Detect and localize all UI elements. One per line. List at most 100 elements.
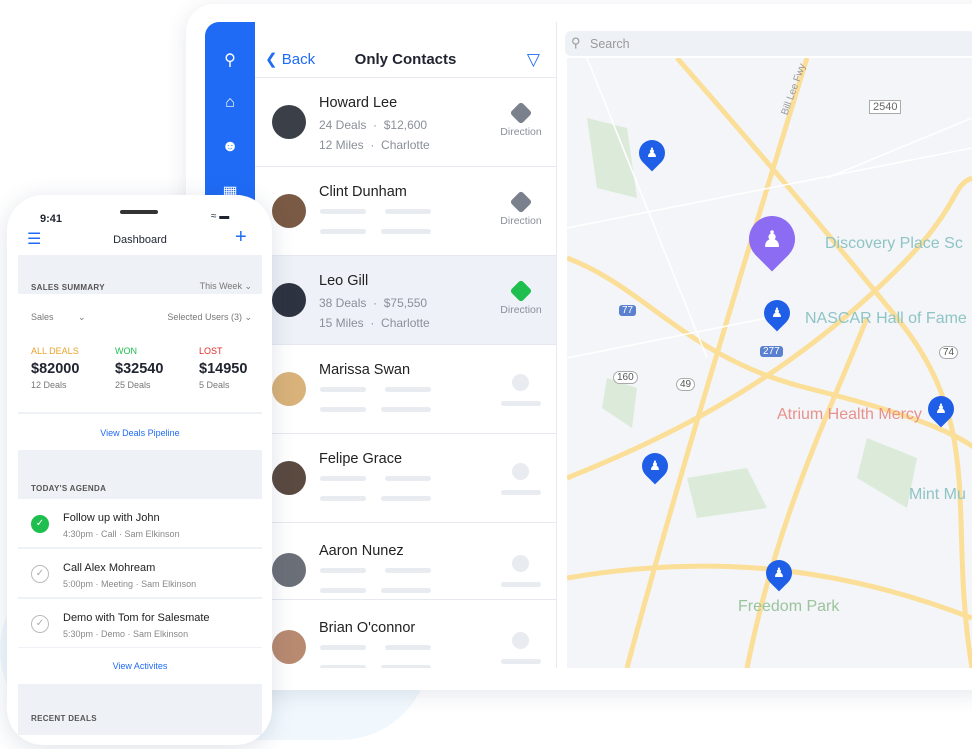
map-label-freedom: Freedom Park [738, 598, 840, 615]
agenda-owner: Sam Elkinson [133, 629, 189, 639]
unchecked-icon[interactable]: ✓ [31, 565, 49, 583]
map-label-discovery: Discovery Place Sc [825, 235, 963, 252]
contact-row[interactable]: Brian O'connor [255, 600, 556, 668]
sidebar: ⚲ ⌂ ☻ ▦ [205, 22, 255, 222]
placeholder-icon [512, 632, 529, 649]
map[interactable]: Bill Lee Fwy 2540 77 277 160 49 74 Disco… [567, 58, 972, 668]
sales-filter[interactable]: Sales ⌄ [31, 312, 86, 323]
unchecked-icon[interactable]: ✓ [31, 615, 49, 633]
contact-pin-icon[interactable]: ♟ [636, 447, 674, 485]
agenda-item[interactable]: ✓ Call Alex Mohream 5:00pm · Meeting · S… [18, 549, 262, 598]
sales-summary-caption: SALES SUMMARY [31, 283, 105, 292]
map-label-atrium: Atrium Health Mercy [777, 406, 922, 423]
recent-deals-caption: RECENT DEALS [31, 714, 97, 723]
contact-name: Howard Lee [319, 95, 398, 111]
checked-icon[interactable]: ✓ [31, 515, 49, 533]
placeholder-line [320, 209, 366, 214]
map-label-route-160: 160 [613, 371, 638, 384]
view-activities-link[interactable]: View Activites [18, 661, 262, 671]
deals-amount: $12,600 [383, 118, 428, 132]
stat-deals: 5 Deals [199, 380, 230, 390]
user-icon[interactable]: ☻ [220, 138, 240, 158]
agenda-title: Demo with Tom for Salesmate [63, 612, 210, 624]
placeholder-line [381, 407, 431, 412]
direction-icon [509, 279, 533, 303]
avatar [272, 283, 306, 317]
contact-row[interactable]: Howard Lee 24 Deals · $12,600 12 Miles · … [255, 78, 556, 167]
contact-row[interactable]: Aaron Nunez [255, 523, 556, 600]
contact-location: 15 Miles · Charlotte [319, 316, 430, 330]
map-label-mint: Mint Mu [909, 486, 966, 503]
agenda-type: Call [101, 529, 117, 539]
contact-row[interactable]: Clint Dunham Direction [255, 167, 556, 256]
placeholder-line [320, 645, 366, 650]
placeholder-line [320, 229, 366, 234]
stat-label: ALL DEALS [31, 346, 79, 356]
contact-pin-icon[interactable]: ♟ [758, 294, 796, 332]
deals-amount: $75,550 [383, 296, 428, 310]
sales-stat: WON $32540 25 Deals [115, 346, 163, 390]
agenda-time: 5:30pm [63, 629, 94, 639]
agenda-meta: 4:30pm · Call · Sam Elkinson [63, 529, 180, 539]
placeholder-line [385, 476, 431, 481]
avatar [272, 461, 306, 495]
stat-deals: 12 Deals [31, 380, 67, 390]
search-icon: ⚲ [571, 35, 581, 50]
placeholder-line [381, 496, 431, 501]
agenda-meta: 5:00pm · Meeting · Sam Elkinson [63, 579, 197, 589]
add-icon[interactable]: + [235, 226, 247, 249]
period-value: This Week [199, 281, 242, 291]
placeholder-line [320, 476, 366, 481]
map-search-input[interactable]: Search [565, 31, 972, 56]
direction-label: Direction [500, 304, 542, 316]
sales-stat: ALL DEALS $82000 12 Deals [31, 346, 79, 390]
deals-count: 38 Deals [319, 296, 367, 310]
contact-row[interactable]: Leo Gill 38 Deals · $75,550 15 Miles · Ch… [255, 256, 556, 345]
agenda-type: Demo [101, 629, 126, 639]
contact-pin-icon[interactable]: ♟ [633, 134, 671, 172]
agenda-owner: Sam Elkinson [124, 529, 180, 539]
contacts-list: ❮ Back Only Contacts ▽ Howard Lee 24 Deal… [255, 22, 557, 668]
contact-pin-icon[interactable]: ♟ [760, 554, 798, 592]
home-icon[interactable]: ⌂ [220, 94, 240, 114]
agenda-caption: TODAY'S AGENDA [31, 484, 107, 493]
contact-pin-icon[interactable]: ♟ [922, 390, 960, 428]
avatar [272, 553, 306, 587]
distance: 15 Miles [319, 316, 364, 330]
users-filter-value: Selected Users (3) [167, 312, 242, 322]
agenda-meta: 5:30pm · Demo · Sam Elkinson [63, 629, 189, 639]
sales-summary-card: Sales ⌄ Selected Users (3) ⌄ ALL DEALS $… [18, 294, 262, 412]
list-title: Only Contacts [354, 51, 457, 68]
active-contact-pin-icon[interactable]: ♟ [739, 206, 805, 272]
agenda-item[interactable]: ✓ Follow up with John 4:30pm · Call · Sa… [18, 499, 262, 548]
direction-button[interactable]: Direction [500, 190, 542, 227]
filter-icon[interactable]: ▽ [527, 50, 540, 70]
placeholder-line [385, 209, 431, 214]
search-icon[interactable]: ⚲ [220, 50, 240, 70]
map-label-route-49: 49 [676, 378, 696, 391]
direction-button[interactable]: Direction [500, 101, 542, 138]
contact-row[interactable]: Marissa Swan [255, 345, 556, 434]
users-filter[interactable]: Selected Users (3) ⌄ [167, 312, 252, 323]
placeholder-line [320, 496, 366, 501]
placeholder-line [385, 568, 431, 573]
agenda-time: 4:30pm [63, 529, 94, 539]
period-select[interactable]: This Week ⌄ [200, 281, 252, 292]
agenda-item[interactable]: ✓ Demo with Tom for Salesmate 5:30pm · D… [18, 599, 262, 648]
direction-button[interactable]: Direction [500, 279, 542, 316]
direction-label: Direction [500, 215, 542, 227]
placeholder-line [501, 659, 541, 664]
sales-stat: LOST $14950 5 Deals [199, 346, 247, 390]
stat-deals: 25 Deals [115, 380, 151, 390]
avatar [272, 372, 306, 406]
pipeline-link-row: View Deals Pipeline [18, 414, 262, 450]
contact-row[interactable]: Felipe Grace [255, 434, 556, 523]
placeholder-line [320, 407, 366, 412]
deals-count: 24 Deals [319, 118, 367, 132]
contact-deals: 24 Deals · $12,600 [319, 118, 428, 132]
map-label-route-2540: 2540 [869, 100, 902, 114]
placeholder-line [320, 568, 366, 573]
direction-icon [509, 190, 533, 214]
stat-value: $82000 [31, 361, 80, 377]
view-deals-pipeline-link[interactable]: View Deals Pipeline [18, 428, 262, 438]
